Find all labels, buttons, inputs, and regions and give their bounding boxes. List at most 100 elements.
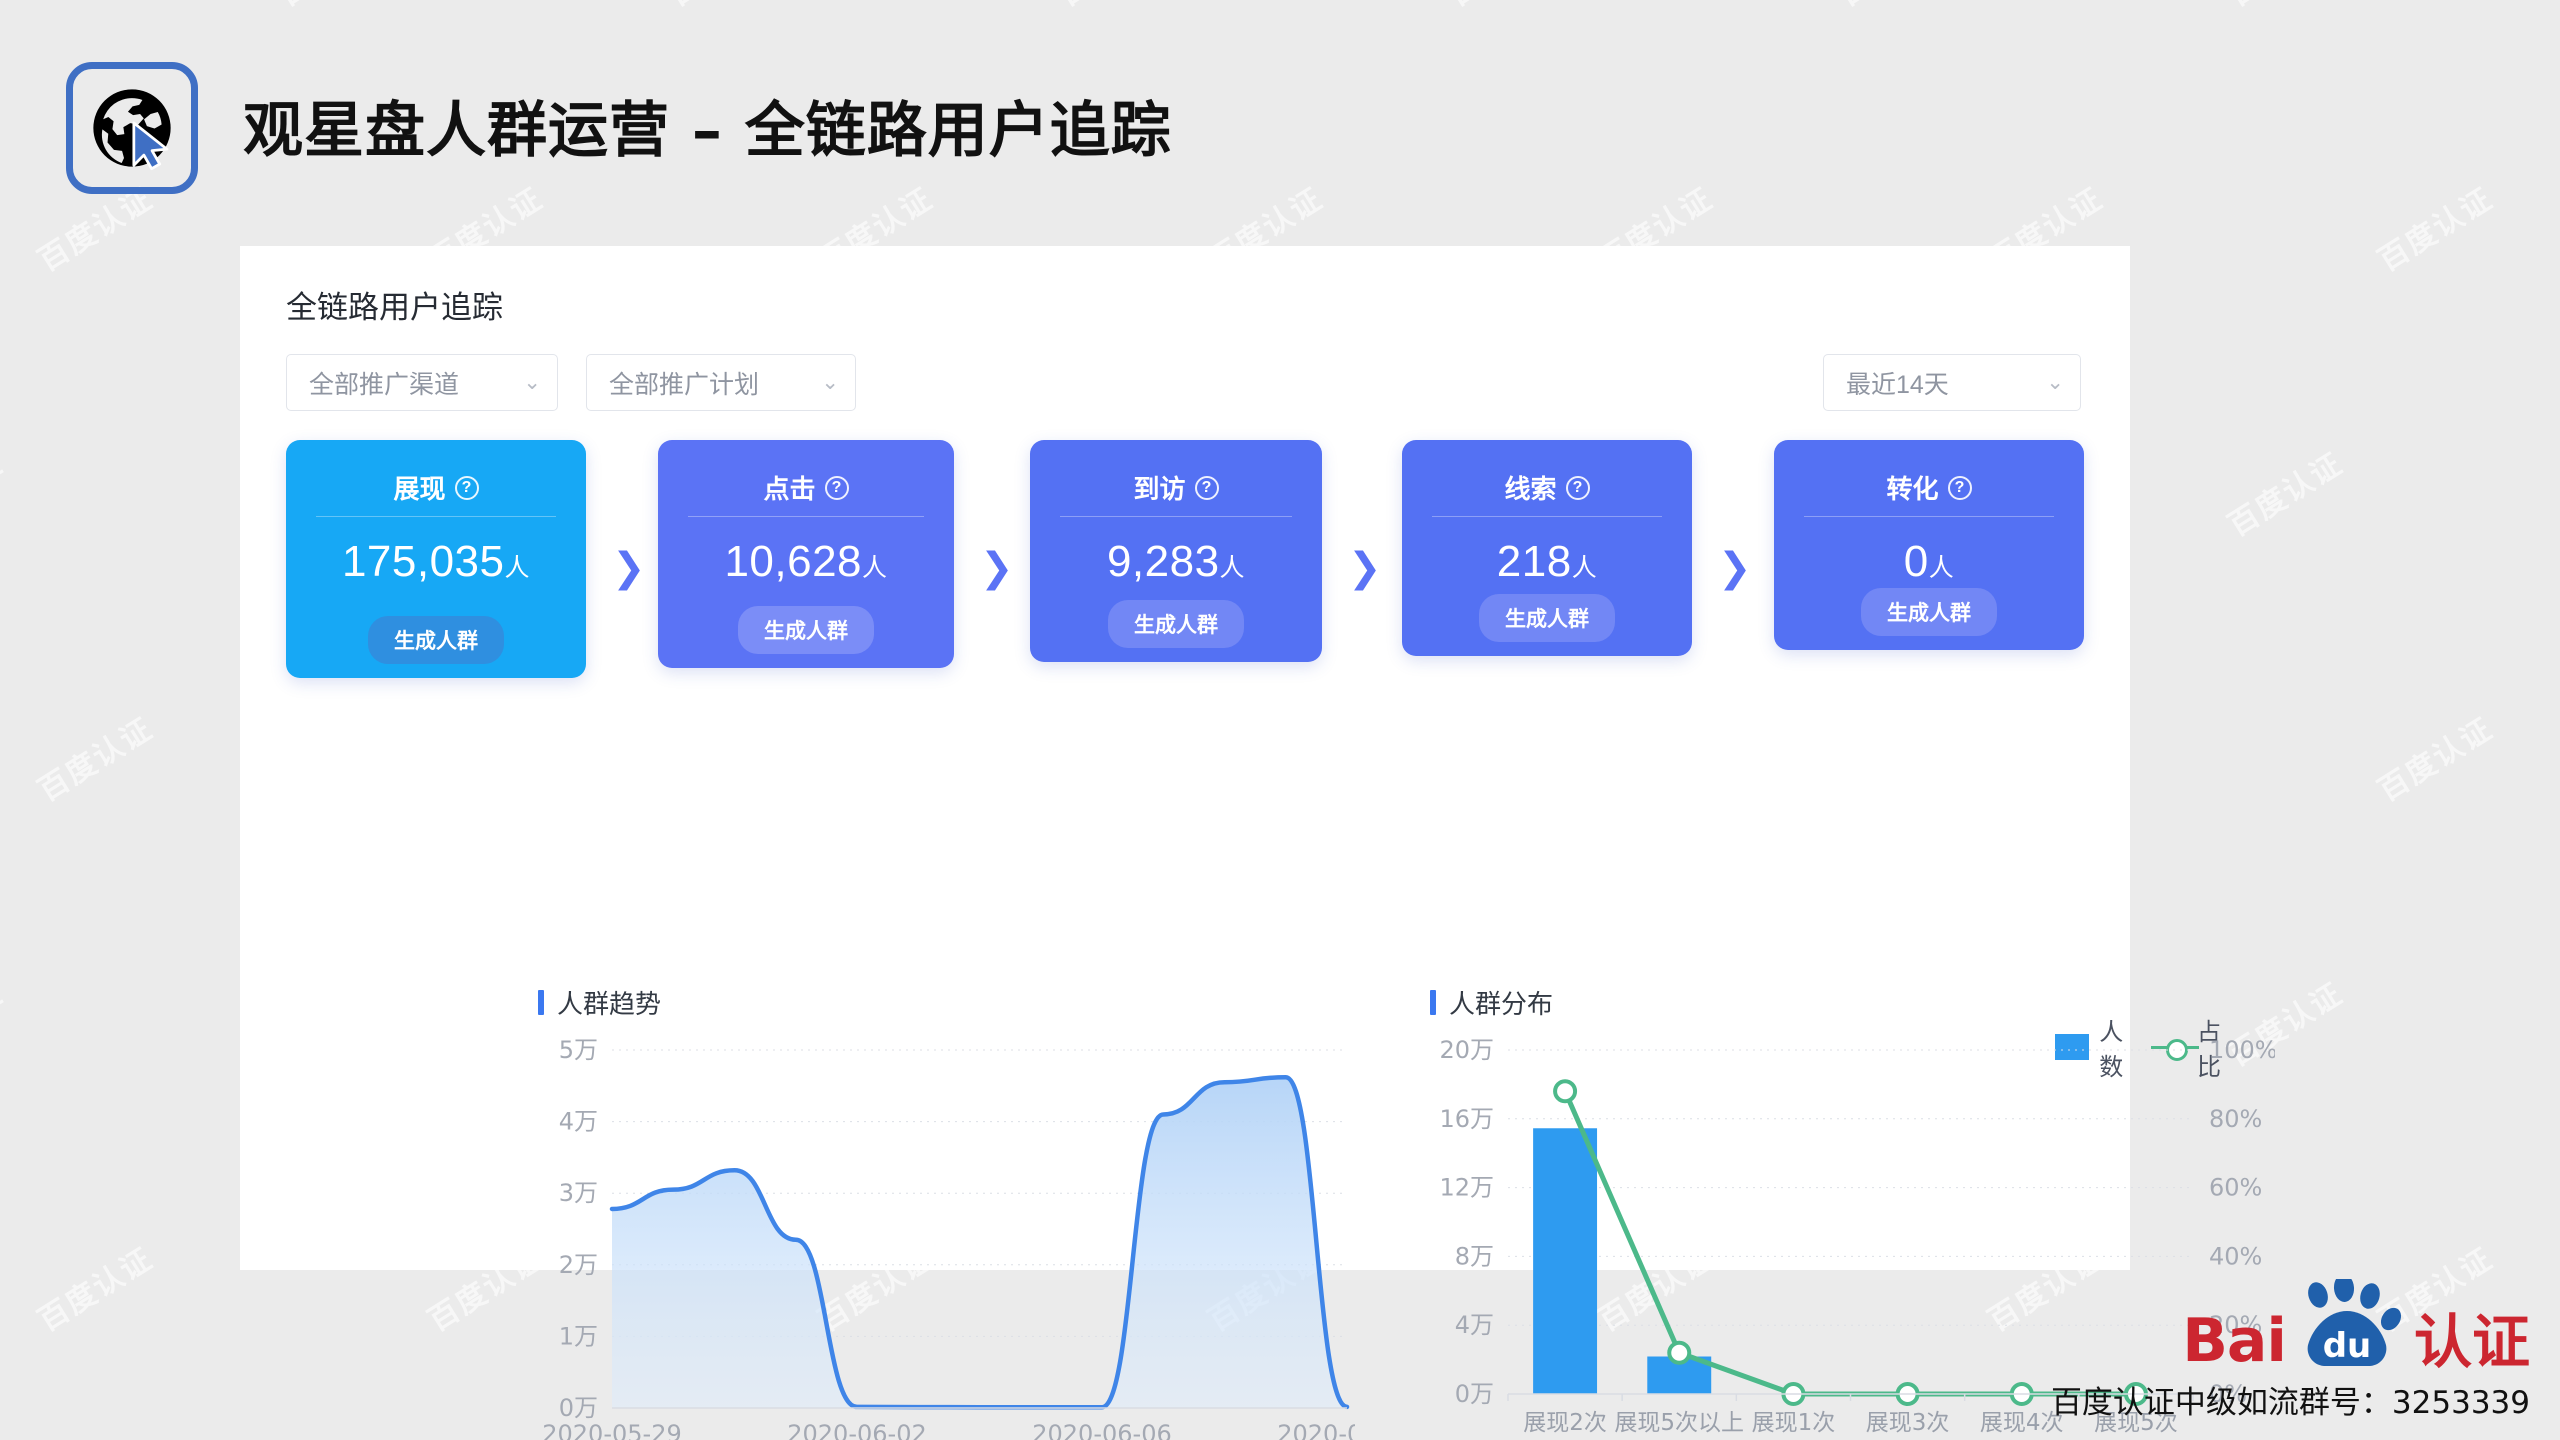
y-axis-tick-label: 12万	[1439, 1174, 1494, 1202]
funnel-card-unit: 人	[862, 554, 888, 582]
page-header: 观星盘人群运营 – 全链路用户追踪	[0, 0, 2560, 240]
funnel-card-label: 展现	[393, 474, 446, 504]
page-title: 观星盘人群运营 – 全链路用户追踪	[243, 96, 1172, 166]
y2-axis-tick-label: 80%	[2209, 1105, 2262, 1133]
funnel-card-value: 175,035人	[286, 537, 586, 587]
x-axis-tick-label: 2020-06-06	[1032, 1420, 1171, 1440]
funnel-card-divider	[316, 516, 556, 517]
funnel-card-value: 218人	[1402, 537, 1692, 587]
y-axis-tick-label: 4万	[1455, 1311, 1494, 1339]
category-label: 展现5次以上	[1614, 1410, 1744, 1436]
funnel-card-number: 10,628	[724, 537, 863, 586]
funnel-card-value: 0人	[1774, 537, 2084, 587]
watermark-text: 百度认证	[0, 447, 9, 543]
category-label: 展现2次	[1523, 1410, 1607, 1436]
funnel-card-number: 9,283	[1106, 537, 1220, 586]
y-axis-tick-label: 1万	[559, 1322, 598, 1350]
filter-plan-select[interactable]: 全部推广计划 ⌄	[586, 354, 856, 411]
filter-plan-value: 全部推广计划	[609, 370, 760, 399]
y-axis-tick-label: 3万	[559, 1179, 598, 1207]
watermark-text: 百度认证	[32, 1242, 159, 1338]
funnel-arrow-icon: ❯	[980, 546, 1014, 590]
category-label: 展现3次	[1866, 1410, 1950, 1436]
y2-axis-tick-label: 60%	[2209, 1174, 2262, 1202]
watermark-text: 百度认证	[2372, 712, 2499, 808]
bar	[1533, 1128, 1598, 1394]
generate-audience-button[interactable]: 生成人群	[738, 606, 874, 654]
x-axis-tick-label: 2020-06-02	[787, 1420, 926, 1440]
funnel-card-header: 线索?	[1402, 469, 1692, 506]
watermark-text: 百度认证	[2222, 447, 2349, 543]
funnel-card-1[interactable]: 展现? 175,035人 生成人群	[286, 440, 586, 678]
funnel-card-2[interactable]: 点击? 10,628人 生成人群	[658, 440, 954, 668]
filter-date-range-select[interactable]: 最近14天 ⌄	[1823, 354, 2081, 411]
y2-axis-tick-label: 100%	[2209, 1036, 2275, 1064]
question-icon[interactable]: ?	[824, 475, 849, 500]
generate-audience-button[interactable]: 生成人群	[1108, 600, 1244, 648]
filter-channel-select[interactable]: 全部推广渠道 ⌄	[286, 354, 558, 411]
generate-audience-button[interactable]: 生成人群	[1861, 588, 1997, 636]
funnel-card-number: 175,035	[341, 537, 505, 586]
funnel-card-4[interactable]: 线索? 218人生成人群	[1402, 440, 1692, 656]
y-axis-tick-label: 0万	[1455, 1380, 1494, 1408]
filter-date-range-value: 最近14天	[1846, 370, 1949, 399]
baidu-cert-text: 认证	[2413, 1308, 2530, 1376]
funnel-card-unit: 人	[1928, 554, 1955, 582]
generate-audience-button[interactable]: 生成人群	[1479, 594, 1615, 642]
y-axis-tick-label: 2万	[559, 1251, 598, 1279]
footer-group-text: 百度认证中级如流群号：3253339	[2050, 1385, 2530, 1421]
funnel-card-5[interactable]: 转化? 0人 生成人群	[1774, 440, 2084, 650]
panel-title: 全链路用户追踪	[286, 290, 503, 325]
app-logo	[66, 62, 198, 194]
funnel-arrow-icon: ❯	[1348, 546, 1382, 590]
x-axis-tick-label: 2020-05-29	[542, 1420, 681, 1440]
funnel-card-label: 线索	[1504, 474, 1557, 504]
funnel-card-header: 点击?	[658, 469, 954, 506]
trend-chart: 0万 1万 2万 3万 4万 5万 2020-05-29 2020-06-02 2020-06-…	[540, 1036, 1416, 1440]
y-axis-tick-label: 8万	[1455, 1242, 1494, 1270]
funnel-card-divider	[688, 516, 924, 517]
footer: Bai du 认证 百度认证中级如流群号：3253339	[2051, 1279, 2530, 1422]
category-label: 展现1次	[1752, 1410, 1836, 1436]
chevron-down-icon: ⌄	[821, 371, 839, 394]
y2-axis-tick-label: 40%	[2209, 1242, 2262, 1270]
funnel-cards: 展现? 175,035人 生成人群 ❯ 点击? 10,628人 生成人群 ❯ 到访? 9,283人…	[286, 440, 2086, 680]
funnel-card-3[interactable]: 到访? 9,283人生成人群	[1030, 440, 1322, 662]
y-axis-tick-label: 20万	[1439, 1036, 1494, 1064]
generate-audience-button[interactable]: 生成人群	[368, 616, 504, 664]
question-icon[interactable]: ?	[1565, 475, 1590, 500]
globe-cursor-icon	[86, 82, 178, 174]
question-icon[interactable]: ?	[1194, 475, 1219, 500]
svg-text:du: du	[2323, 1326, 2372, 1366]
y-axis-tick-label: 5万	[559, 1036, 598, 1064]
filter-channel-value: 全部推广渠道	[309, 370, 460, 399]
funnel-card-label: 点击	[763, 474, 816, 504]
funnel-card-header: 转化?	[1774, 469, 2084, 506]
funnel-card-unit: 人	[1571, 554, 1598, 582]
ratio-point	[1667, 1340, 1692, 1365]
y-axis-tick-label: 0万	[559, 1394, 598, 1422]
trend-area-fill	[612, 1077, 1347, 1408]
funnel-card-unit: 人	[504, 554, 531, 582]
funnel-arrow-icon: ❯	[1718, 546, 1752, 590]
funnel-card-header: 展现?	[286, 469, 586, 506]
x-axis-tick-label: 2020-06-10	[1277, 1420, 1355, 1440]
funnel-card-unit: 人	[1219, 554, 1246, 582]
distribution-chart-title: 人群分布	[1430, 984, 1553, 1021]
funnel-card-number: 218	[1496, 537, 1572, 586]
funnel-card-header: 到访?	[1030, 469, 1322, 506]
y-axis-tick-label: 4万	[559, 1108, 598, 1136]
baidu-bai-text: Bai	[2182, 1306, 2287, 1376]
ratio-point	[1553, 1079, 1578, 1104]
funnel-card-number: 0	[1903, 537, 1929, 586]
funnel-card-label: 到访	[1133, 474, 1186, 504]
trend-chart-svg: 0万 1万 2万 3万 4万 5万 2020-05-29 2020-06-02 2020-06-…	[542, 1036, 1416, 1440]
funnel-card-value: 10,628人	[658, 537, 954, 587]
dashboard-panel: 全链路用户追踪 全部推广渠道 ⌄ 全部推广计划 ⌄ 最近14天 ⌄ 展现? 175…	[240, 246, 2278, 1440]
question-icon[interactable]: ?	[454, 475, 479, 500]
question-icon[interactable]: ?	[1947, 475, 1972, 500]
chevron-down-icon: ⌄	[2046, 371, 2064, 394]
watermark-text: 百度认证	[32, 712, 159, 808]
trend-chart-title: 人群趋势	[538, 984, 661, 1021]
funnel-card-divider	[1432, 516, 1662, 517]
